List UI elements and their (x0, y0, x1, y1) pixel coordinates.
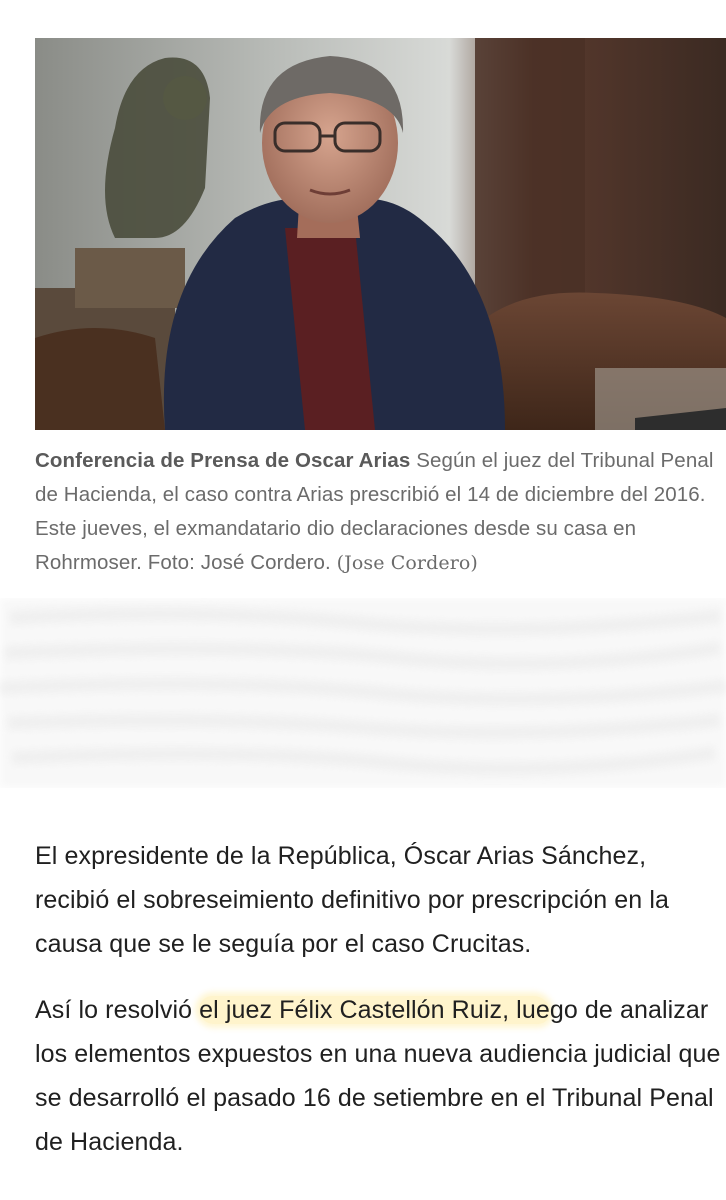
caption-credit: (Jose Cordero) (336, 552, 478, 574)
caption-title: Conferencia de Prensa de Oscar Arias (35, 449, 411, 472)
highlighted-text: el juez Félix Castellón Ruiz, lue (199, 996, 550, 1024)
photo-caption: Conferencia de Prensa de Oscar Arias Seg… (35, 444, 726, 580)
paragraph-2-lead: Así lo resolvió (35, 996, 200, 1024)
article-paragraph-1: El expresidente de la República, Óscar A… (35, 842, 670, 958)
redaction-scribble (0, 598, 726, 788)
article-paragraph-2: Así lo resolvió el juez Félix Castellón … (35, 988, 721, 1164)
article-photo (35, 38, 726, 430)
article-body: El expresidente de la República, Óscar A… (35, 834, 721, 1186)
portrait-photo (35, 38, 726, 430)
